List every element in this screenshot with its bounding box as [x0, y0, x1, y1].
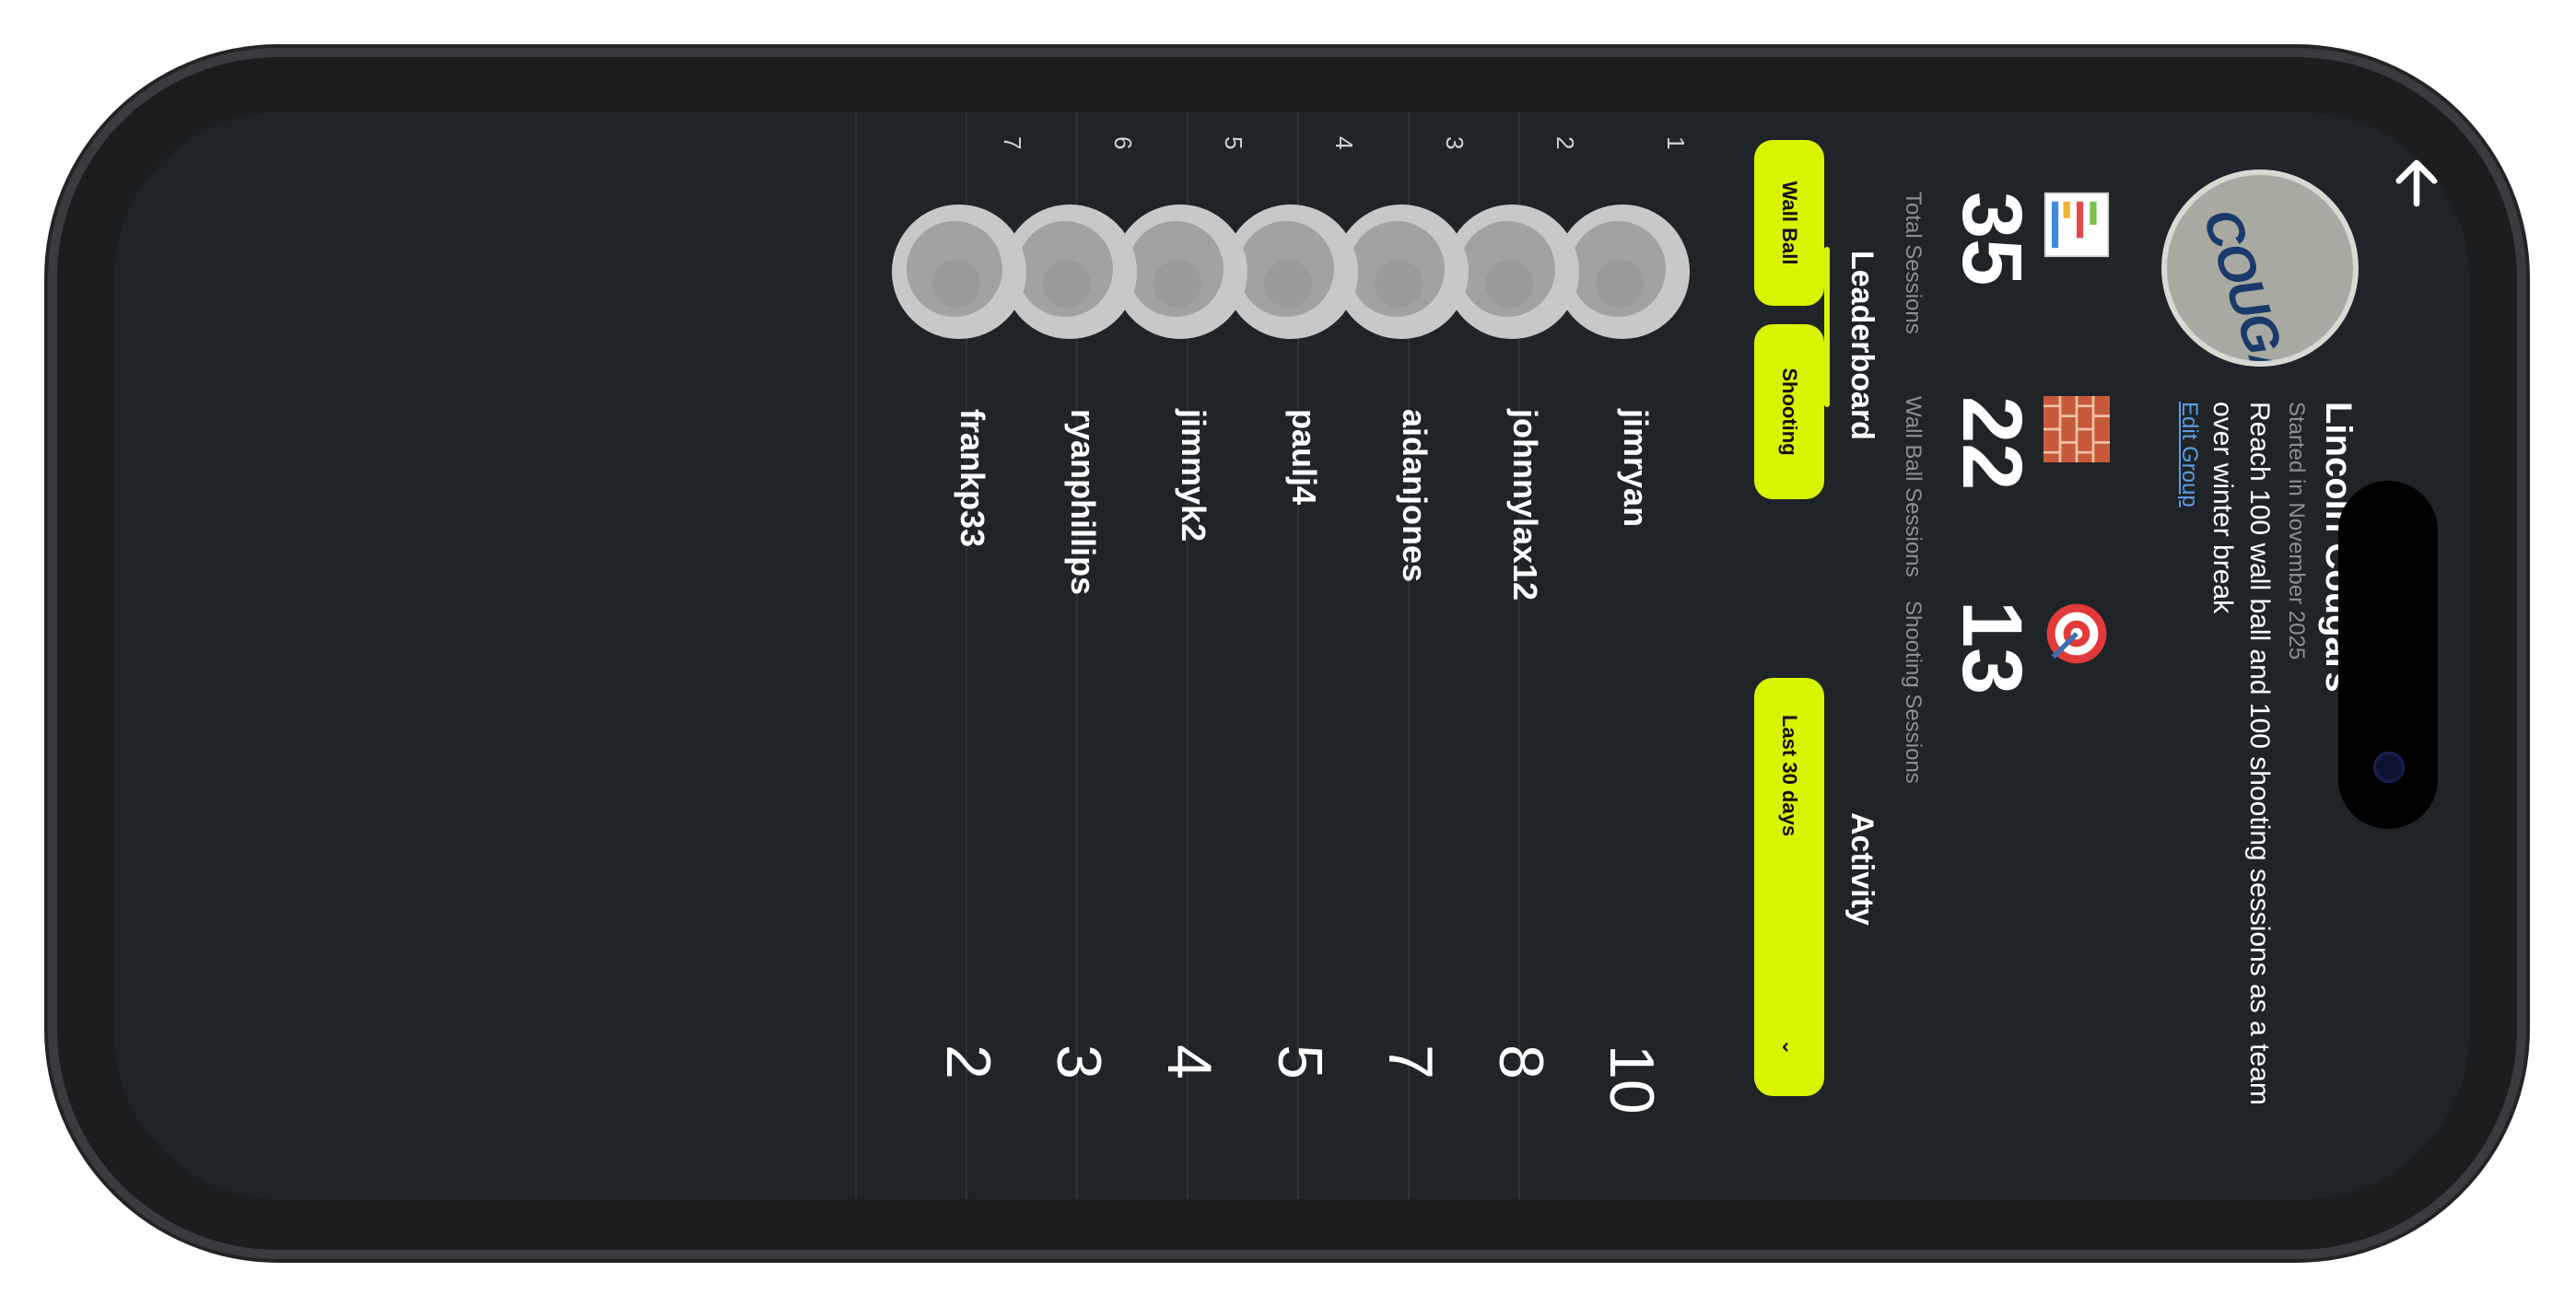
chart-icon — [2043, 192, 2110, 258]
phone-screen: COUGARS Lincoln Cougars Started in Novem… — [114, 112, 2469, 1199]
filter-wall-ball[interactable]: Wall Ball — [1754, 140, 1824, 306]
row-score: 4 — [1154, 1044, 1224, 1079]
group-screen: COUGARS Lincoln Cougars Started in Novem… — [114, 112, 2469, 1199]
stat-total-label: Total Sessions — [1901, 192, 1926, 334]
edit-group-link[interactable]: Edit Group — [2176, 402, 2202, 508]
row-score: 2 — [933, 1044, 1003, 1079]
date-range-label: Last 30 days — [1778, 715, 1801, 837]
tab-activity[interactable]: Activity — [1844, 812, 1879, 926]
target-icon — [2046, 603, 2107, 664]
filter-bar: Wall Ball Shooting Last 30 days ⌄ — [1714, 112, 1824, 1199]
leaderboard-list: 1 jimryan 10 2 johnnylax12 8 3 aidanjone… — [114, 112, 1714, 1199]
brick-wall-icon — [2043, 396, 2110, 462]
logo-text: COUGARS — [2192, 201, 2325, 367]
row-username: jimmyk2 — [1175, 409, 1212, 543]
phone-button-bottom — [1485, 1249, 1778, 1262]
filter-shooting-label: Shooting — [1778, 368, 1801, 456]
stat-shooting: 13 Shooting Sessions — [1901, 601, 2110, 951]
back-button[interactable] — [2364, 153, 2447, 236]
row-rank: 1 — [1662, 136, 1690, 150]
arrow-left-icon — [2395, 159, 2438, 207]
row-rank: 7 — [999, 136, 1026, 150]
date-range-select[interactable]: Last 30 days ⌄ — [1754, 678, 1824, 1096]
filter-wall-ball-label: Wall Ball — [1778, 181, 1801, 265]
group-started: Started in November 2025 — [2284, 402, 2309, 660]
tab-active-indicator — [1824, 247, 1830, 407]
stat-wall-ball-label: Wall Ball Sessions — [1901, 396, 1926, 578]
stat-total-value: 35 — [1945, 192, 2039, 286]
group-header: COUGARS Lincoln Cougars Started in Novem… — [2119, 112, 2359, 1199]
row-score: 10 — [1597, 1044, 1667, 1114]
row-username: jimryan — [1617, 409, 1655, 528]
avatar — [892, 204, 1026, 339]
chevron-down-icon: ⌄ — [1778, 1038, 1801, 1056]
row-username: paulj4 — [1285, 409, 1323, 506]
row-rank: 4 — [1330, 136, 1358, 150]
group-logo: COUGARS — [2161, 169, 2359, 367]
row-score: 7 — [1376, 1044, 1446, 1079]
filter-shooting[interactable]: Shooting — [1754, 324, 1824, 499]
stat-wall-ball-value: 22 — [1945, 396, 2039, 491]
row-rank: 3 — [1441, 136, 1469, 150]
row-username: frankp33 — [954, 409, 991, 548]
row-score: 5 — [1265, 1044, 1335, 1079]
stat-shooting-value: 13 — [1945, 601, 2039, 695]
row-username: aidanjones — [1396, 409, 1434, 583]
group-goal: Reach 100 wall ball and 100 shooting ses… — [2207, 402, 2275, 1105]
row-rank: 2 — [1551, 136, 1579, 150]
camera-icon — [2373, 752, 2405, 783]
row-rank: 6 — [1109, 136, 1137, 150]
stat-shooting-label: Shooting Sessions — [1901, 601, 1926, 784]
row-username: johnnylax12 — [1506, 409, 1544, 601]
row-rank: 5 — [1220, 136, 1247, 150]
tab-leaderboard[interactable]: Leaderboard — [1844, 251, 1879, 440]
row-username: ryanphillips — [1064, 409, 1102, 596]
leaderboard-row[interactable]: 7 frankp33 2 — [855, 112, 1050, 1199]
row-score: 8 — [1486, 1044, 1556, 1079]
row-score: 3 — [1044, 1044, 1114, 1079]
stats-row: 35 Total Sessions 22 Wall Ball Sessions — [1901, 112, 2110, 1199]
